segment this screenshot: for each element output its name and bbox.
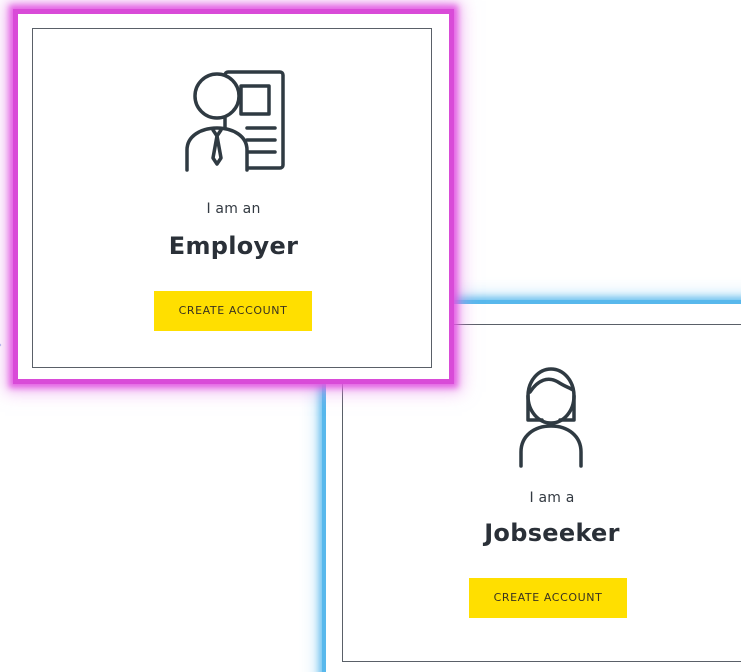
jobseeker-person-icon bbox=[519, 367, 583, 468]
employer-badge-icon bbox=[185, 70, 285, 172]
employer-subtitle: I am an bbox=[206, 201, 261, 217]
employer-title: Employer bbox=[168, 232, 299, 260]
jobseeker-create-account-button[interactable]: CREATE ACCOUNT bbox=[469, 578, 627, 618]
employer-create-account-button[interactable]: CREATE ACCOUNT bbox=[154, 291, 312, 331]
employer-card[interactable]: I am an Employer CREATE ACCOUNT bbox=[13, 9, 454, 384]
account-type-selection: I am a Jobseeker CREATE ACCOUNT I am an … bbox=[0, 0, 741, 672]
jobseeker-title: Jobseeker bbox=[484, 519, 620, 547]
left-arrow-icon[interactable] bbox=[0, 330, 8, 360]
jobseeker-subtitle: I am a bbox=[529, 490, 575, 506]
